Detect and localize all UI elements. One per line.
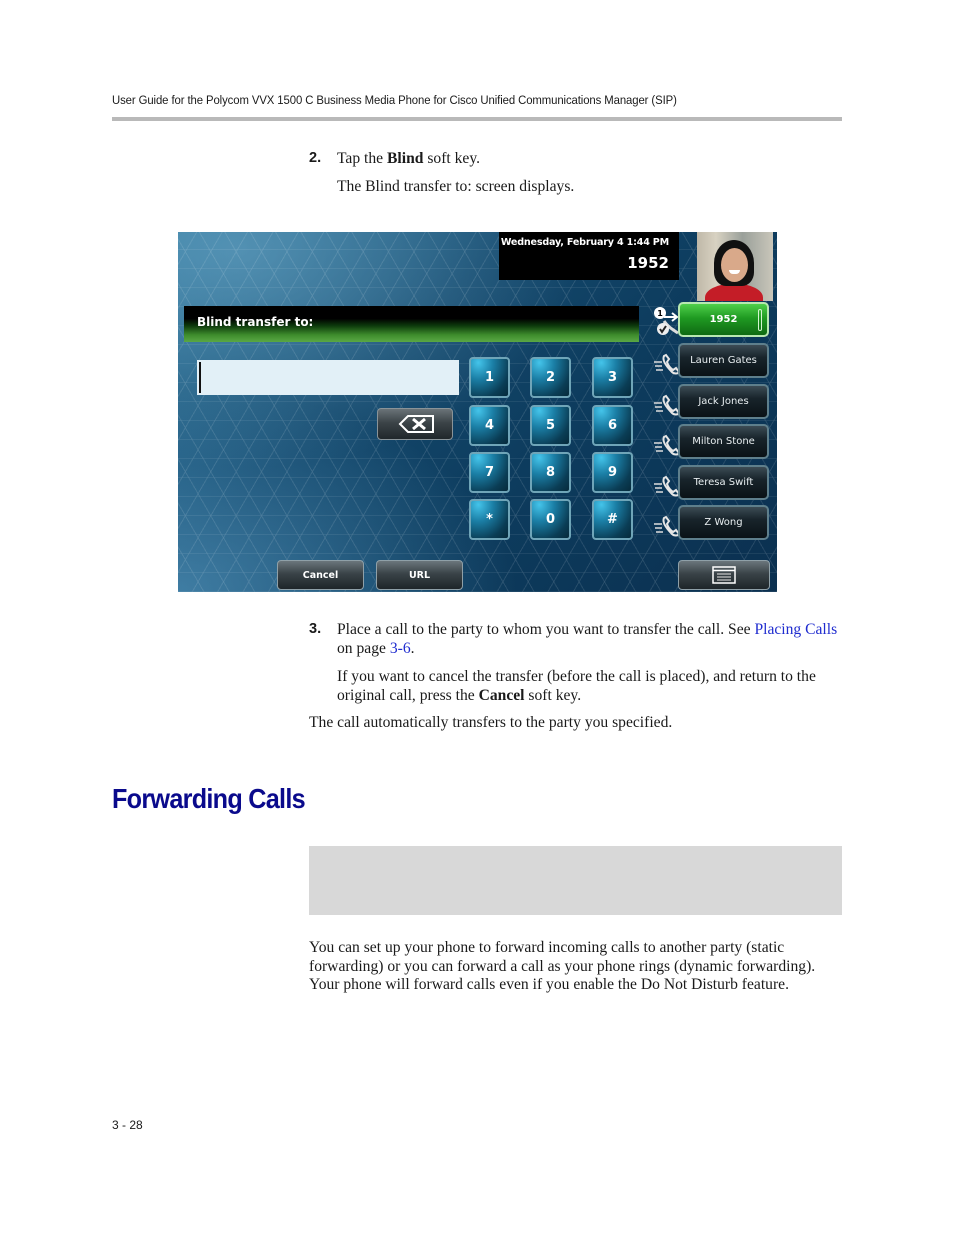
video-preview (697, 232, 773, 301)
keypad-key-9[interactable]: 9 (592, 452, 633, 493)
url-softkey[interactable]: URL (376, 560, 463, 590)
note-box (309, 846, 842, 915)
cancel-keyword: Cancel (478, 687, 525, 704)
screen-title-bar: Blind transfer to: (184, 306, 639, 342)
keypad-key-6[interactable]: 6 (592, 405, 633, 446)
line-key-jack-jones[interactable]: Jack Jones (678, 384, 769, 419)
line-key-teresa-swift[interactable]: Teresa Swift (678, 465, 769, 500)
extension-number: 1952 (627, 254, 669, 272)
window-menu-icon (712, 566, 736, 584)
keypad-key-5[interactable]: 5 (530, 405, 571, 446)
line-key-1952[interactable]: 1952 (678, 302, 769, 337)
menu-softkey[interactable] (678, 560, 770, 590)
backspace-button[interactable] (377, 408, 453, 440)
line-key-milton-stone[interactable]: Milton Stone (678, 424, 769, 459)
screen-title: Blind transfer to: (197, 315, 314, 329)
page-number: 3 - 28 (112, 1118, 143, 1132)
conclusion-text: The call automatically transfers to the … (309, 714, 673, 731)
section-heading: Forwarding Calls (112, 783, 306, 814)
line-key-z-wong[interactable]: Z Wong (678, 505, 769, 540)
line-indicator (758, 309, 762, 331)
text-cursor (199, 362, 201, 393)
keypad-key-7[interactable]: 7 (469, 452, 510, 493)
placing-calls-link[interactable]: Placing Calls (754, 621, 837, 638)
keypad-key-2[interactable]: 2 (530, 357, 571, 398)
blind-keyword: Blind (387, 150, 424, 167)
step-2-text: Tap the Blind soft key. (337, 150, 481, 167)
keypad-key-8[interactable]: 8 (530, 452, 571, 493)
keypad-key-3[interactable]: 3 (592, 357, 633, 398)
step-3-text: Place a call to the party to whom you wa… (337, 621, 838, 657)
dial-input[interactable] (197, 360, 459, 395)
header-rule (112, 117, 842, 121)
keypad-key-4[interactable]: 4 (469, 405, 510, 446)
keypad-key-hash[interactable]: # (592, 499, 633, 540)
step-2-result: The Blind transfer to: screen displays. (337, 178, 575, 195)
running-head: User Guide for the Polycom VVX 1500 C Bu… (112, 93, 677, 107)
step-3-cancel-note: If you want to cancel the transfer (befo… (337, 668, 816, 704)
svg-text:1: 1 (657, 309, 663, 318)
keypad-key-0[interactable]: 0 (530, 499, 571, 540)
cancel-softkey[interactable]: Cancel (277, 560, 364, 590)
phone-screen: Wednesday, February 4 1:44 PM 1952 Blind… (178, 232, 777, 592)
step-2-number: 2. (309, 150, 322, 166)
backspace-icon (398, 415, 434, 433)
page-3-6-link[interactable]: 3-6 (390, 640, 411, 657)
step-3-number: 3. (309, 621, 322, 637)
section-paragraph: You can set up your phone to forward inc… (309, 939, 816, 994)
status-bar: Wednesday, February 4 1:44 PM 1952 (499, 232, 679, 280)
keypad-key-1[interactable]: 1 (469, 357, 510, 398)
line-key-lauren-gates[interactable]: Lauren Gates (678, 343, 769, 378)
keypad-key-star[interactable]: * (469, 499, 510, 540)
date-time: Wednesday, February 4 1:44 PM (500, 237, 669, 248)
